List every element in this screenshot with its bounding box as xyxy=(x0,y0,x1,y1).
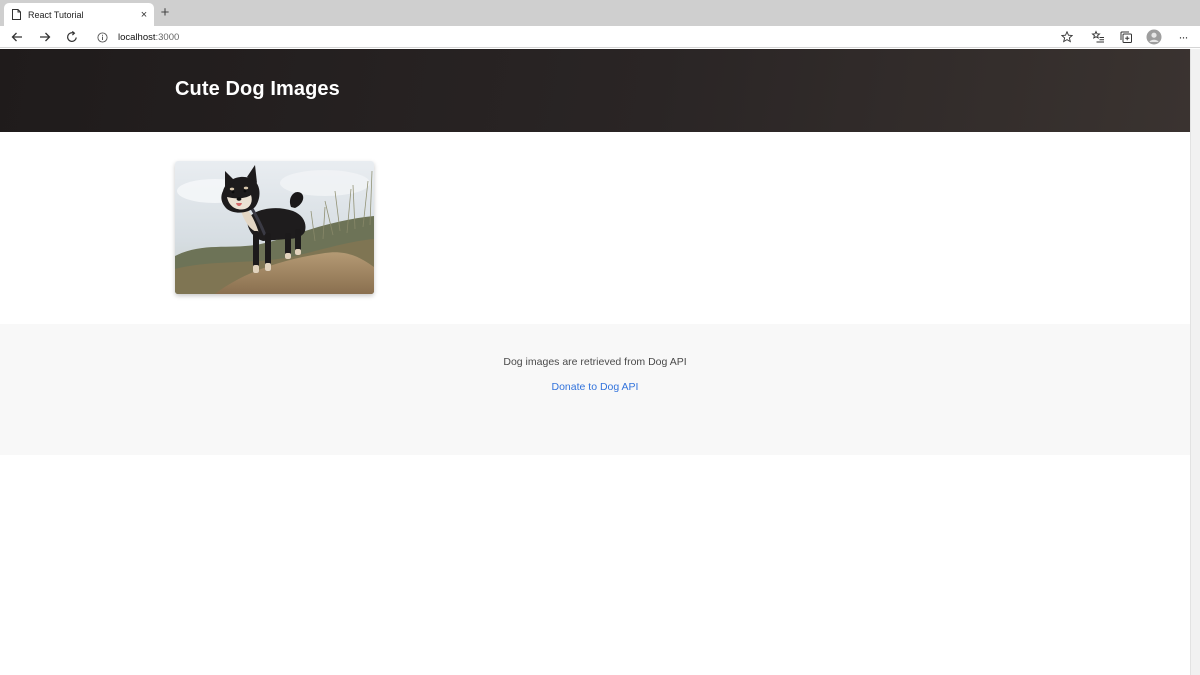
forward-icon xyxy=(40,32,51,42)
url-port: :3000 xyxy=(155,31,180,43)
back-button[interactable] xyxy=(8,28,26,46)
page-title: Cute Dog Images xyxy=(175,78,340,100)
dog-image-card xyxy=(175,161,374,294)
url-text[interactable]: localhost:3000 xyxy=(118,32,179,43)
forward-button[interactable] xyxy=(36,28,54,46)
more-icon: ··· xyxy=(1178,30,1189,44)
hero-banner: Cute Dog Images xyxy=(0,49,1190,132)
collections-icon xyxy=(1120,31,1132,43)
dog-image xyxy=(175,161,374,294)
footer-credit-text: Dog images are retrieved from Dog API xyxy=(503,356,687,368)
star-icon xyxy=(1061,31,1073,43)
info-icon[interactable] xyxy=(97,31,108,43)
profile-button[interactable] xyxy=(1145,28,1163,46)
new-tab-button[interactable]: + xyxy=(158,4,172,22)
donate-link[interactable]: Donate to Dog API xyxy=(552,381,639,393)
refresh-button[interactable] xyxy=(63,28,81,46)
close-tab-icon[interactable]: × xyxy=(138,9,150,21)
profile-icon xyxy=(1146,29,1162,45)
page-footer: Dog images are retrieved from Dog API Do… xyxy=(0,324,1190,455)
vertical-scrollbar[interactable] xyxy=(1190,49,1200,675)
url-host: localhost xyxy=(118,31,156,43)
footer-donate: Donate to Dog API xyxy=(0,381,1190,393)
browser-toolbar: localhost:3000 ··· xyxy=(0,26,1200,48)
address-bar[interactable]: localhost:3000 xyxy=(90,27,1080,47)
favorite-button[interactable] xyxy=(1060,30,1074,44)
favorites-button[interactable] xyxy=(1089,28,1107,46)
tab-strip: React Tutorial × + xyxy=(0,0,1200,26)
refresh-icon xyxy=(67,30,77,42)
browser-tab[interactable]: React Tutorial × xyxy=(4,3,154,26)
favorites-icon xyxy=(1091,30,1104,43)
back-icon xyxy=(11,32,22,42)
page-viewport: Cute Dog Images Dog images are retrieved… xyxy=(0,49,1190,675)
page-icon xyxy=(12,9,21,20)
collections-button[interactable] xyxy=(1117,28,1135,46)
tab-title: React Tutorial xyxy=(28,9,84,20)
more-button[interactable]: ··· xyxy=(1174,28,1192,46)
